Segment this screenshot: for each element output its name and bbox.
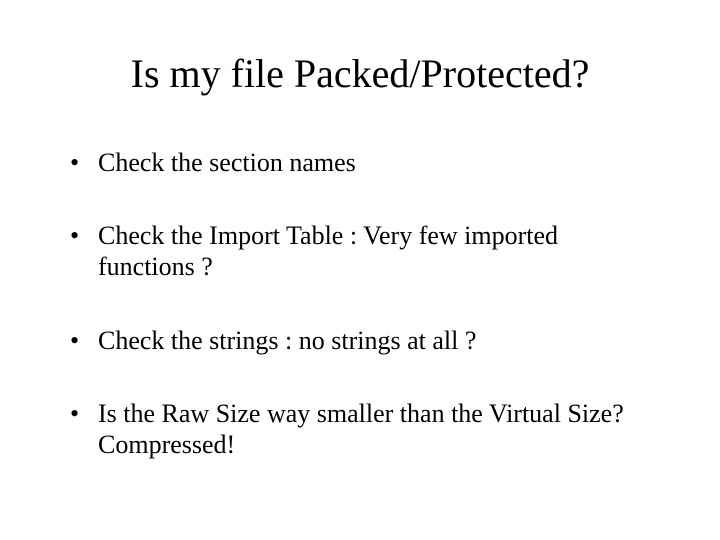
bullet-list: Check the section names Check the Import… xyxy=(70,147,650,460)
slide: Is my file Packed/Protected? Check the s… xyxy=(0,0,720,540)
list-item: Check the strings : no strings at all ? xyxy=(70,325,650,356)
slide-title: Is my file Packed/Protected? xyxy=(60,50,660,97)
list-item: Check the Import Table : Very few import… xyxy=(70,220,650,282)
list-item: Check the section names xyxy=(70,147,650,178)
list-item: Is the Raw Size way smaller than the Vir… xyxy=(70,398,650,460)
